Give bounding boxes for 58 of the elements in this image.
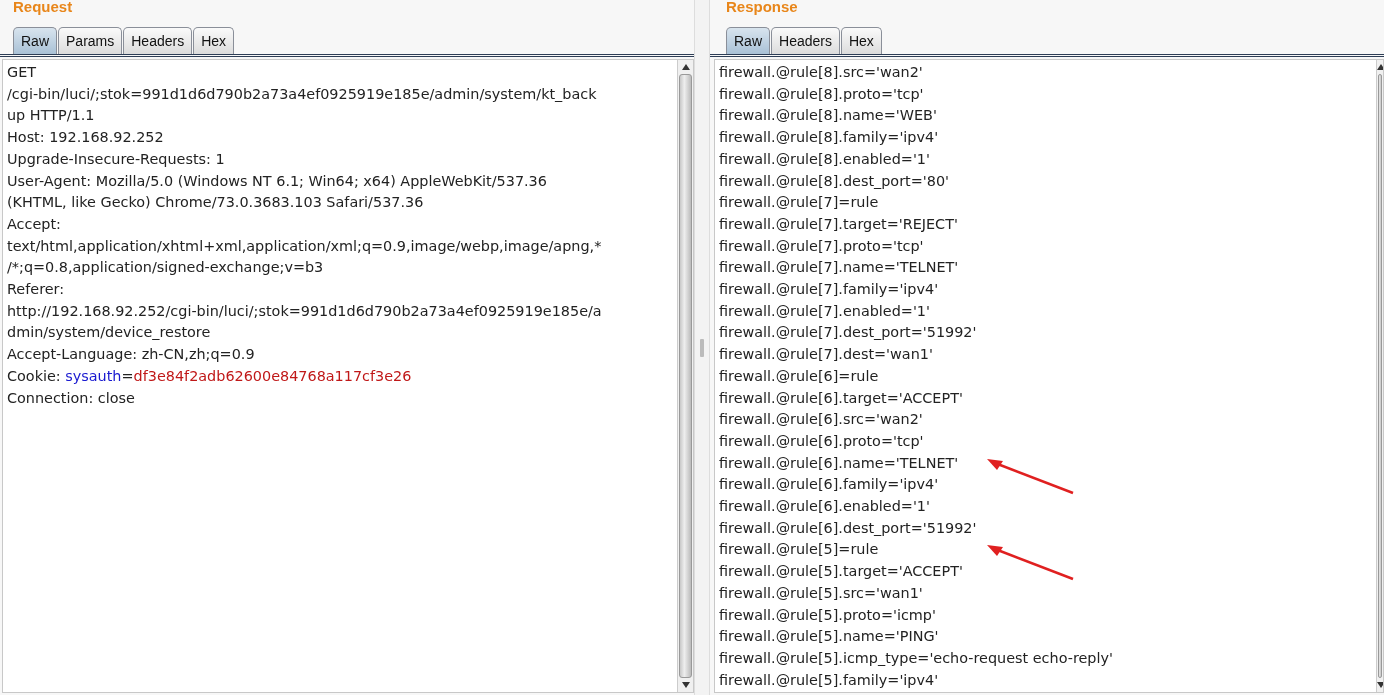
scroll-down-icon[interactable] (1377, 682, 1383, 688)
response-line: firewall.@rule[8].dest_port='80' (719, 171, 950, 191)
tab[interactable]: Headers (123, 27, 193, 54)
panel-title: Response (725, 0, 799, 14)
tab[interactable]: Hex (840, 27, 882, 54)
request-line: Upgrade-Insecure-Requests: 1 (7, 149, 225, 169)
response-line: firewall.@rule[7].name='TELNET' (719, 258, 959, 278)
tab[interactable]: Headers (771, 27, 840, 54)
request-line: text/html,application/xhtml+xml,application/xml;q=0.9,image/webp,image/apng,* (7, 236, 602, 256)
scroll-down-icon[interactable] (681, 682, 690, 688)
response-line: firewall.@rule[6].name='TELNET' (719, 452, 959, 475)
response-line: firewall.@rule[8].proto='tcp' (719, 84, 924, 104)
request-line: Accept-Language: zh-CN,zh;q=0.9 (7, 345, 255, 365)
response-line: firewall.@rule[7]=rule (719, 193, 879, 213)
response-line: firewall.@rule[6].proto='tcp' (719, 431, 924, 451)
request-line: (KHTML, like Gecko) Chrome/73.0.3683.103 Safari/537.36 (7, 193, 424, 213)
scroll-up-icon[interactable] (681, 64, 690, 70)
request-line: Referer: (7, 280, 65, 300)
response-line: firewall.@rule[8].src='wan2' (719, 63, 923, 82)
response-line: firewall.@rule[5].target='ACCEPT' (719, 562, 963, 582)
tab[interactable]: Raw (726, 27, 770, 54)
panel-title: Request (12, 0, 74, 14)
scroll-up-icon[interactable] (1377, 64, 1383, 70)
request-line: User-Agent: Mozilla/5.0 (Windows NT 6.1; Win64; x64) AppleWebKit/537.36 (7, 171, 547, 191)
tab[interactable]: Params (58, 27, 123, 54)
response-line: firewall.@rule[7].enabled='1' (719, 301, 930, 321)
response-line: firewall.@rule[6].dest_port='51992' (719, 518, 977, 538)
response-line: firewall.@rule[8].family='ipv4' (719, 128, 939, 148)
tab[interactable]: Raw (13, 27, 57, 54)
request-line: Connection: close (7, 388, 135, 408)
response-line: firewall.@rule[7].proto='tcp' (719, 236, 924, 256)
response-line: firewall.@rule[6].src='wan2' (719, 410, 923, 430)
response-line: firewall.@rule[7].target='REJECT' (719, 214, 958, 234)
response-line: firewall.@rule[5].name='PING' (719, 627, 939, 647)
response-line: firewall.@rule[5]=rule (719, 539, 879, 562)
response-line: firewall.@rule[7].dest_port='51992' (719, 323, 977, 343)
request-line: dmin/system/device_restore (7, 323, 211, 343)
response-line: firewall.@rule[8].name='WEB' (719, 106, 937, 126)
request-line: Cookie: sysauth=df3e84f2adb62600e84768a117cf3e26 (7, 366, 412, 386)
response-line: firewall.@rule[6].enabled='1' (719, 497, 930, 517)
request-line: GET (7, 63, 37, 82)
response-line: firewall.@rule[5].src='wan1' (719, 583, 923, 603)
response-line: firewall.@rule[5].icmp_type='echo-request echo-reply' (719, 649, 1113, 668)
request-line: http://192.168.92.252/cgi-bin/luci/;stok=991d1d6d790b2a73a4ef0925919e185e/a (7, 301, 602, 321)
response-line: firewall.@rule[7].dest='wan1' (719, 345, 933, 365)
request-line: /*;q=0.8,application/signed-exchange;v=b3 (7, 258, 324, 278)
response-line: firewall.@rule[7].family='ipv4' (719, 280, 939, 300)
request-line: Host: 192.168.92.252 (7, 128, 164, 148)
response-line: firewall.@rule[6]=rule (719, 366, 879, 386)
request-line: up HTTP/1.1 (7, 106, 95, 126)
response-line: firewall.@rule[5].family='ipv4' (719, 670, 939, 690)
response-line: firewall.@rule[5].proto='icmp' (719, 605, 936, 625)
request-line: Accept: (7, 214, 61, 234)
tab[interactable]: Hex (193, 27, 235, 54)
response-line: firewall.@rule[6].family='ipv4' (719, 475, 939, 495)
response-line: firewall.@rule[8].enabled='1' (719, 149, 930, 169)
response-line: firewall.@rule[6].target='ACCEPT' (719, 388, 963, 408)
request-line: /cgi-bin/luci/;stok=991d1d6d790b2a73a4ef0925919e185e/admin/system/kt_back (7, 84, 597, 104)
